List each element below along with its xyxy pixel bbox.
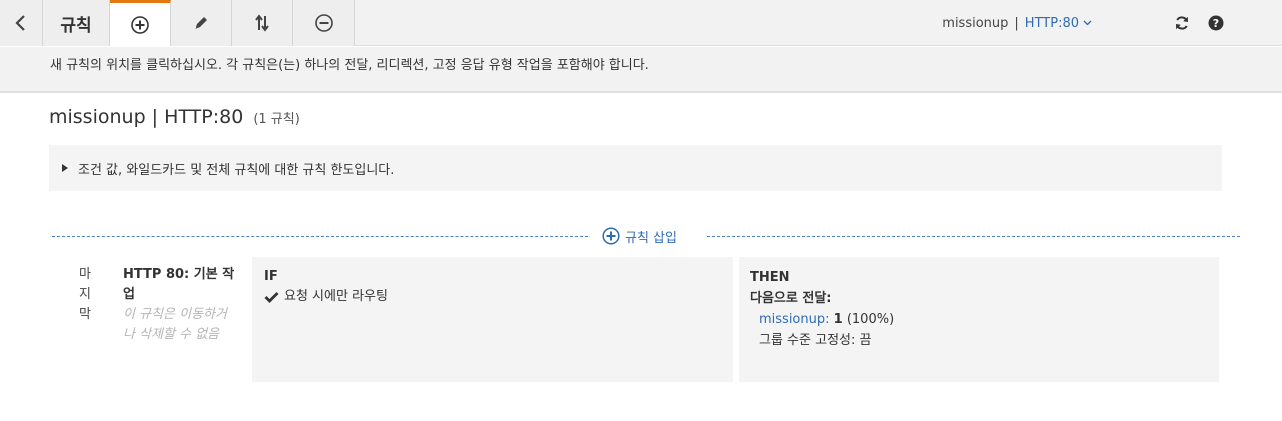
divider: [707, 236, 1240, 237]
rule-order-char: 막: [79, 307, 91, 322]
help-icon[interactable]: ?: [1208, 15, 1224, 31]
rule-order: 마 지 막: [77, 265, 93, 325]
listener-title: missionup | HTTP:80: [49, 106, 244, 128]
chevron-down-icon: [1083, 20, 1092, 26]
protocol-label: HTTP:80: [1024, 15, 1079, 31]
load-balancer-name: missionup: [942, 15, 1009, 31]
info-banner: 새 규칙의 위치를 클릭하십시오. 각 규칙은(는) 하나의 전달, 리디렉션,…: [0, 47, 1282, 93]
sort-arrows-icon: [255, 14, 269, 32]
svg-text:?: ?: [1213, 17, 1219, 30]
add-circle-icon: [131, 15, 149, 34]
target-percent: (100%): [846, 312, 895, 327]
reorder-rules-tab[interactable]: [232, 0, 293, 46]
if-conditions: IF 요청 시에만 라우팅: [252, 257, 733, 382]
then-label: THEN: [750, 270, 790, 285]
divider: [52, 236, 588, 237]
remove-circle-icon: [314, 14, 333, 32]
rule-count: (1 규칙): [253, 112, 300, 127]
checkmark-icon: [264, 292, 279, 303]
rule-note: 이 규칙은 이동하거나 삭제할 수 없음: [123, 307, 227, 342]
if-label: IF: [264, 269, 278, 284]
rule-name: HTTP 80: 기본 작업: [123, 267, 235, 302]
target-weight: 1: [833, 312, 843, 327]
caret-right-icon: [62, 164, 68, 172]
back-chevron-icon: [15, 15, 25, 31]
edit-rule-tab[interactable]: [171, 0, 232, 46]
condition-item: 요청 시에만 라우팅: [264, 287, 721, 307]
insert-rule-button[interactable]: 규칙 삽입: [602, 225, 677, 247]
insert-rule-row: 규칙 삽입: [52, 225, 1240, 247]
refresh-icon[interactable]: [1174, 15, 1190, 31]
delete-rule-tab[interactable]: [293, 0, 355, 46]
info-message: 새 규칙의 위치를 클릭하십시오. 각 규칙은(는) 하나의 전달, 리디렉션,…: [50, 58, 649, 73]
default-rule-row: 마 지 막 HTTP 80: 기본 작업 이 규칙은 이동하거나 삭제할 수 없…: [49, 257, 1221, 382]
toolbar-actions: ?: [1174, 0, 1224, 46]
forward-action: 다음으로 전달:: [750, 291, 832, 306]
listener-selector[interactable]: missionup | HTTP:80: [942, 0, 1092, 46]
rule-order-char: 마: [79, 267, 91, 282]
back-button[interactable]: [0, 0, 43, 46]
condition-text: 요청 시에만 라우팅: [284, 289, 388, 304]
add-rule-tab[interactable]: [110, 0, 171, 46]
pencil-icon: [195, 17, 207, 29]
listener-heading: missionup | HTTP:80 (1 규칙): [49, 106, 300, 128]
stickiness-text: 그룹 수준 고정성: 끔: [759, 333, 872, 348]
add-circle-icon: [602, 227, 620, 245]
target-group-link[interactable]: missionup:: [759, 312, 830, 327]
target-group-line: missionup: 1 (100%): [750, 309, 1208, 330]
rule-limits-label: 조건 값, 와일드카드 및 전체 규칙에 대한 규칙 한도입니다.: [78, 162, 395, 178]
separator: |: [1014, 15, 1019, 31]
rule-info: HTTP 80: 기본 작업 이 규칙은 이동하거나 삭제할 수 없음: [123, 265, 235, 345]
page-title: 규칙: [43, 0, 110, 46]
insert-rule-label: 규칙 삽입: [625, 230, 677, 246]
then-actions: THEN 다음으로 전달: missionup: 1 (100%) 그룹 수준 …: [739, 257, 1219, 382]
rules-toolbar: 규칙 missionup | HTTP:80 ?: [0, 0, 1282, 46]
rule-order-char: 지: [79, 287, 91, 302]
protocol-dropdown[interactable]: HTTP:80: [1025, 16, 1092, 31]
rule-limits-expander[interactable]: 조건 값, 와일드카드 및 전체 규칙에 대한 규칙 한도입니다.: [49, 145, 1222, 191]
